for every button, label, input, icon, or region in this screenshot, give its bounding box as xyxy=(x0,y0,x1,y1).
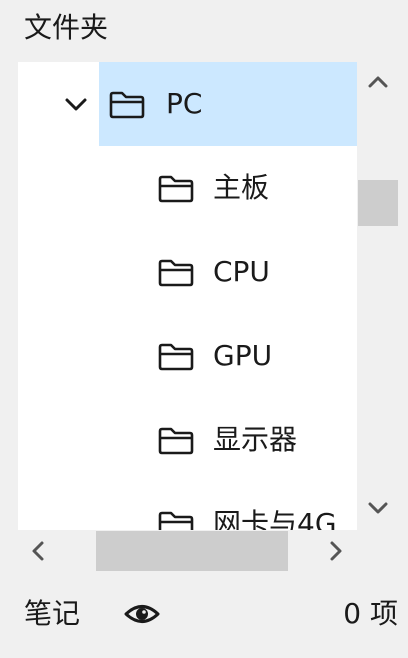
scroll-up-arrow-icon[interactable] xyxy=(366,70,390,94)
horizontal-scroll-thumb[interactable] xyxy=(96,531,288,571)
folder-icon xyxy=(158,511,194,530)
folder-icon xyxy=(158,259,194,287)
tree-item-label: GPU xyxy=(213,339,273,372)
folder-icon xyxy=(109,91,145,119)
vertical-scrollbar[interactable] xyxy=(357,62,399,530)
tree-item-cpu[interactable]: CPU xyxy=(18,230,357,314)
tree-item-label: 主板 xyxy=(213,171,270,204)
folder-icon xyxy=(158,343,194,371)
chevron-down-icon[interactable] xyxy=(62,90,90,118)
notes-label[interactable]: 笔记 xyxy=(24,594,80,634)
tree-item-motherboard[interactable]: 主板 xyxy=(18,146,357,230)
tree-item-label: CPU xyxy=(213,255,270,288)
tree-item-label: PC xyxy=(166,87,203,120)
tree-item-gpu[interactable]: GPU xyxy=(18,314,357,398)
folder-icon xyxy=(158,427,194,455)
folder-panel: 文件夹 PC 主板 CPU GPU 显示器 网卡与4G 笔记 0 项 xyxy=(0,0,408,658)
horizontal-scrollbar[interactable] xyxy=(18,530,357,572)
scroll-left-arrow-icon[interactable] xyxy=(26,539,50,563)
tree-item-network-card[interactable]: 网卡与4G xyxy=(18,482,357,530)
tree-item-label: 显示器 xyxy=(213,423,298,456)
tree-item-pc[interactable]: PC xyxy=(18,62,357,146)
eye-icon[interactable] xyxy=(124,598,160,630)
folder-icon xyxy=(158,175,194,203)
scroll-down-arrow-icon[interactable] xyxy=(366,496,390,520)
tree-item-label: 网卡与4G xyxy=(213,507,337,530)
panel-title: 文件夹 xyxy=(24,11,109,44)
tree-item-monitor[interactable]: 显示器 xyxy=(18,398,357,482)
vertical-scroll-thumb[interactable] xyxy=(358,180,398,226)
scroll-right-arrow-icon[interactable] xyxy=(324,539,348,563)
folder-tree[interactable]: PC 主板 CPU GPU 显示器 网卡与4G xyxy=(18,62,357,530)
item-count: 0 项 xyxy=(343,597,398,630)
